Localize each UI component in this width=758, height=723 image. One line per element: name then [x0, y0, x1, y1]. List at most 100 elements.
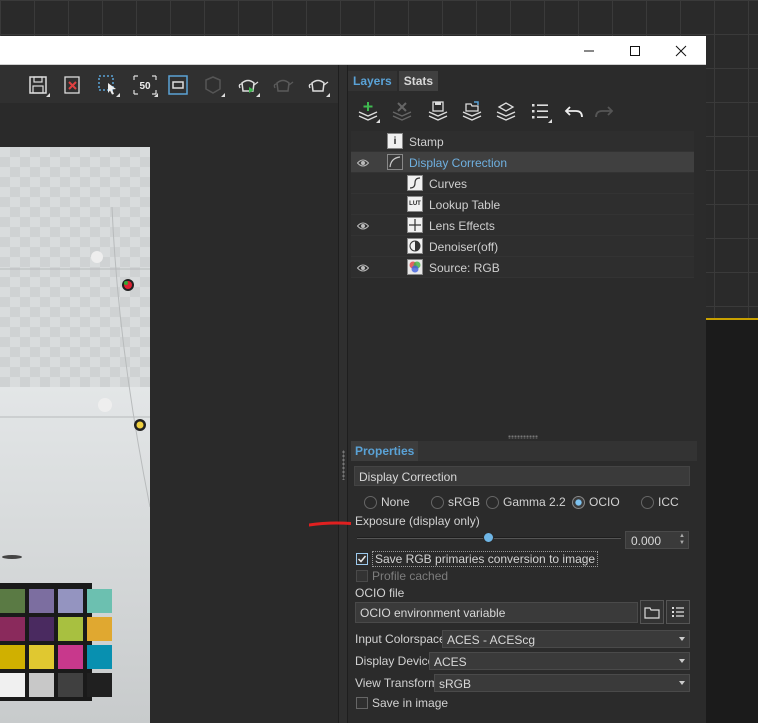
eye-icon[interactable] — [356, 262, 370, 272]
dropdown-corner-icon — [154, 93, 158, 97]
maximize-button[interactable] — [612, 36, 658, 65]
splitter-grip-icon — [342, 450, 345, 480]
layer-list-button[interactable] — [528, 99, 552, 123]
undo-button[interactable] — [562, 99, 586, 123]
checker-swatch — [29, 617, 54, 641]
radio-option[interactable]: sRGB — [431, 493, 480, 511]
save-stack-icon — [496, 102, 516, 121]
radio-label: sRGB — [448, 495, 481, 509]
save-primaries-checkbox[interactable] — [356, 553, 368, 565]
save-layers-icon — [428, 101, 448, 121]
save-in-image-checkbox-row[interactable]: Save in image — [356, 695, 448, 711]
region-render-button[interactable] — [96, 73, 120, 97]
zoom-label: 50 — [139, 81, 151, 92]
radio-option[interactable]: OCIO — [572, 493, 620, 511]
render-button[interactable] — [236, 73, 260, 97]
checkmark-icon — [357, 555, 367, 563]
object-select-button[interactable] — [201, 73, 225, 97]
minimize-button[interactable] — [566, 36, 612, 65]
layer-row[interactable]: LUT Lookup Table — [351, 194, 694, 215]
view-transform-value: sRGB — [439, 677, 472, 691]
radio-button[interactable] — [364, 495, 377, 509]
spinner-arrows-icon[interactable]: ▲ ▼ — [679, 533, 685, 547]
teapot-render-disabled-icon — [273, 79, 294, 92]
radio-button[interactable] — [431, 495, 444, 509]
ocio-file-label: OCIO file — [355, 586, 405, 600]
save-layers-button[interactable] — [426, 99, 450, 123]
eye-icon[interactable] — [356, 220, 370, 230]
radio-button[interactable] — [486, 495, 499, 509]
radio-button[interactable] — [641, 495, 654, 509]
close-button[interactable] — [658, 36, 704, 65]
checker-swatch — [87, 617, 112, 641]
layer-row[interactable]: Denoiser(off) — [351, 236, 694, 257]
profile-cached-checkbox — [356, 570, 368, 582]
input-colorspace-label: Input Colorspace — [355, 632, 446, 646]
exposure-value: 0.000 — [631, 534, 662, 548]
save-primaries-checkbox-row[interactable]: Save RGB primaries conversion to image — [356, 551, 599, 567]
layer-label: Denoiser(off) — [429, 240, 499, 254]
save-in-image-checkbox[interactable] — [356, 697, 368, 709]
layer-row[interactable]: i Stamp — [351, 131, 694, 152]
zoom-button[interactable]: 50 — [132, 73, 158, 97]
properties-tab[interactable]: Properties — [351, 441, 419, 461]
remove-layer-button[interactable] — [390, 99, 414, 123]
exposure-slider-thumb[interactable] — [483, 532, 494, 543]
panel-splitter[interactable] — [338, 65, 348, 723]
layer-label: Lookup Table — [429, 198, 501, 212]
tab-stats[interactable]: Stats — [398, 71, 439, 91]
properties-header: Properties — [351, 441, 697, 461]
radio-option[interactable]: ICC — [641, 493, 679, 511]
layer-row[interactable]: Curves — [351, 173, 694, 194]
tab-layers[interactable]: Layers — [348, 71, 397, 91]
dropdown-corner-icon — [548, 119, 552, 123]
render-iterative-button[interactable] — [271, 73, 295, 97]
close-icon — [675, 45, 687, 56]
undo-icon — [564, 106, 583, 118]
radio-button[interactable] — [572, 495, 585, 509]
source-rgb-icon — [407, 259, 423, 275]
lut-icon: LUT — [407, 196, 423, 212]
minimize-icon — [584, 50, 594, 51]
display-device-select[interactable]: ACES — [429, 652, 690, 670]
frame-button[interactable] — [166, 73, 190, 97]
render-setup-button[interactable] — [306, 73, 330, 97]
color-checker-grid — [0, 589, 112, 697]
redo-button[interactable] — [592, 99, 616, 123]
save-stack-button[interactable] — [494, 99, 518, 123]
curves-icon — [407, 175, 423, 191]
radio-option[interactable]: None — [364, 493, 410, 511]
input-colorspace-select[interactable]: ACES - ACEScg — [442, 630, 690, 648]
display-device-label: Display Device — [355, 654, 435, 668]
layer-row[interactable]: Source: RGB — [351, 257, 694, 278]
layer-row[interactable]: Lens Effects — [351, 215, 694, 236]
background-viewport-panel — [706, 318, 758, 723]
checker-swatch — [58, 645, 83, 669]
save-image-button[interactable] — [26, 73, 50, 97]
profile-cached-label: Profile cached — [372, 569, 449, 583]
exposure-spinner[interactable]: 0.000 ▲ ▼ — [625, 531, 689, 549]
ocio-file-input[interactable]: OCIO environment variable — [355, 602, 638, 623]
panel-divider-grip-icon[interactable] — [508, 435, 538, 439]
render-area: 50 — [0, 65, 338, 723]
save-in-image-label: Save in image — [372, 696, 449, 710]
layers-list: i Stamp Display Correction Curves LUT Lookup … — [351, 131, 694, 278]
layer-row[interactable]: Display Correction — [351, 152, 694, 173]
add-layer-button[interactable] — [356, 99, 380, 123]
ocio-options-button[interactable] — [666, 600, 690, 624]
checker-swatch — [87, 673, 112, 697]
view-transform-select[interactable]: sRGB — [434, 674, 690, 692]
frame-buffer-window: 50 Layers Stats i Stamp Display Correcti… — [0, 36, 706, 723]
view-transform-label: View Transform — [355, 676, 439, 690]
annotation-arrow — [309, 521, 351, 527]
clear-image-button[interactable] — [60, 73, 84, 97]
title-bar — [0, 36, 706, 65]
checker-swatch — [0, 673, 25, 697]
eye-icon[interactable] — [356, 157, 370, 167]
load-layers-button[interactable] — [460, 99, 484, 123]
remove-layer-icon — [392, 102, 412, 121]
display-device-value: ACES — [434, 655, 467, 669]
browse-ocio-button[interactable] — [640, 600, 664, 624]
checker-swatch — [87, 645, 112, 669]
radio-option[interactable]: Gamma 2.2 — [486, 493, 566, 511]
